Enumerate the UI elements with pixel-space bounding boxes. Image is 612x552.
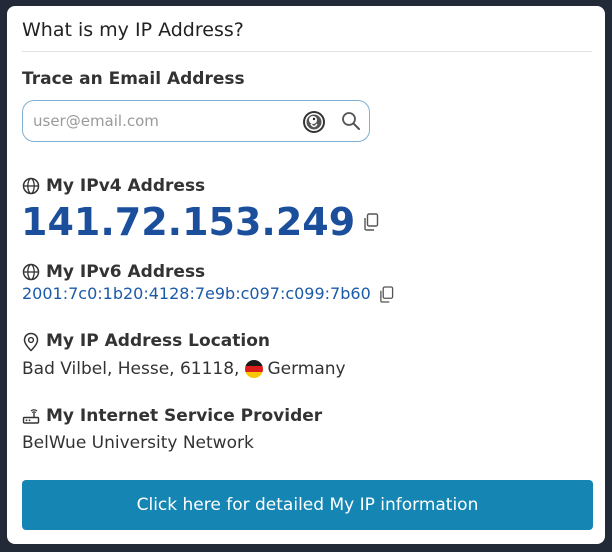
email-search-input[interactable]: [23, 101, 295, 141]
ip-widget-card: What is my IP Address? Trace an Email Ad…: [7, 6, 605, 544]
ipv6-label: My IPv6 Address: [22, 260, 205, 284]
trace-email-label-text: Trace an Email Address: [22, 69, 245, 89]
copy-icon[interactable]: [379, 285, 394, 303]
ipv6-value-row: 2001:7c0:1b20:4128:7e9b:c097:c099:7b60: [22, 283, 394, 305]
location-row: Bad Vilbel, Hesse, 61118, Germany: [22, 357, 346, 381]
map-pin-icon: [22, 332, 40, 352]
ipv6-value: 2001:7c0:1b20:4128:7e9b:c097:c099:7b60: [22, 284, 371, 303]
isp-label-text: My Internet Service Provider: [46, 406, 323, 426]
globe-icon: [22, 263, 40, 281]
search-icon[interactable]: [341, 111, 361, 131]
detailed-ip-info-button[interactable]: Click here for detailed My IP informatio…: [22, 480, 593, 530]
location-text: Bad Vilbel, Hesse, 61118,: [22, 359, 240, 379]
location-label-text: My IP Address Location: [46, 331, 270, 351]
email-search-box: [22, 100, 370, 142]
ipv6-label-text: My IPv6 Address: [46, 262, 206, 282]
ipv4-label: My IPv4 Address: [22, 174, 205, 198]
isp-value: BelWue University Network: [22, 433, 254, 453]
location-label: My IP Address Location: [22, 329, 270, 353]
widget-title: What is my IP Address?: [22, 19, 244, 41]
ipv4-value-row: 141.72.153.249: [21, 197, 379, 247]
germany-flag-icon: [245, 360, 264, 378]
duckduckgo-icon[interactable]: [302, 110, 326, 134]
trace-email-label: Trace an Email Address: [22, 67, 245, 91]
title-divider: [22, 51, 592, 52]
router-icon: [22, 407, 40, 425]
isp-label: My Internet Service Provider: [22, 404, 322, 428]
globe-icon: [22, 177, 40, 195]
ipv4-value: 141.72.153.249: [21, 200, 356, 244]
copy-icon[interactable]: [363, 213, 379, 231]
location-country: Germany: [267, 359, 346, 379]
ipv4-label-text: My IPv4 Address: [46, 176, 206, 196]
